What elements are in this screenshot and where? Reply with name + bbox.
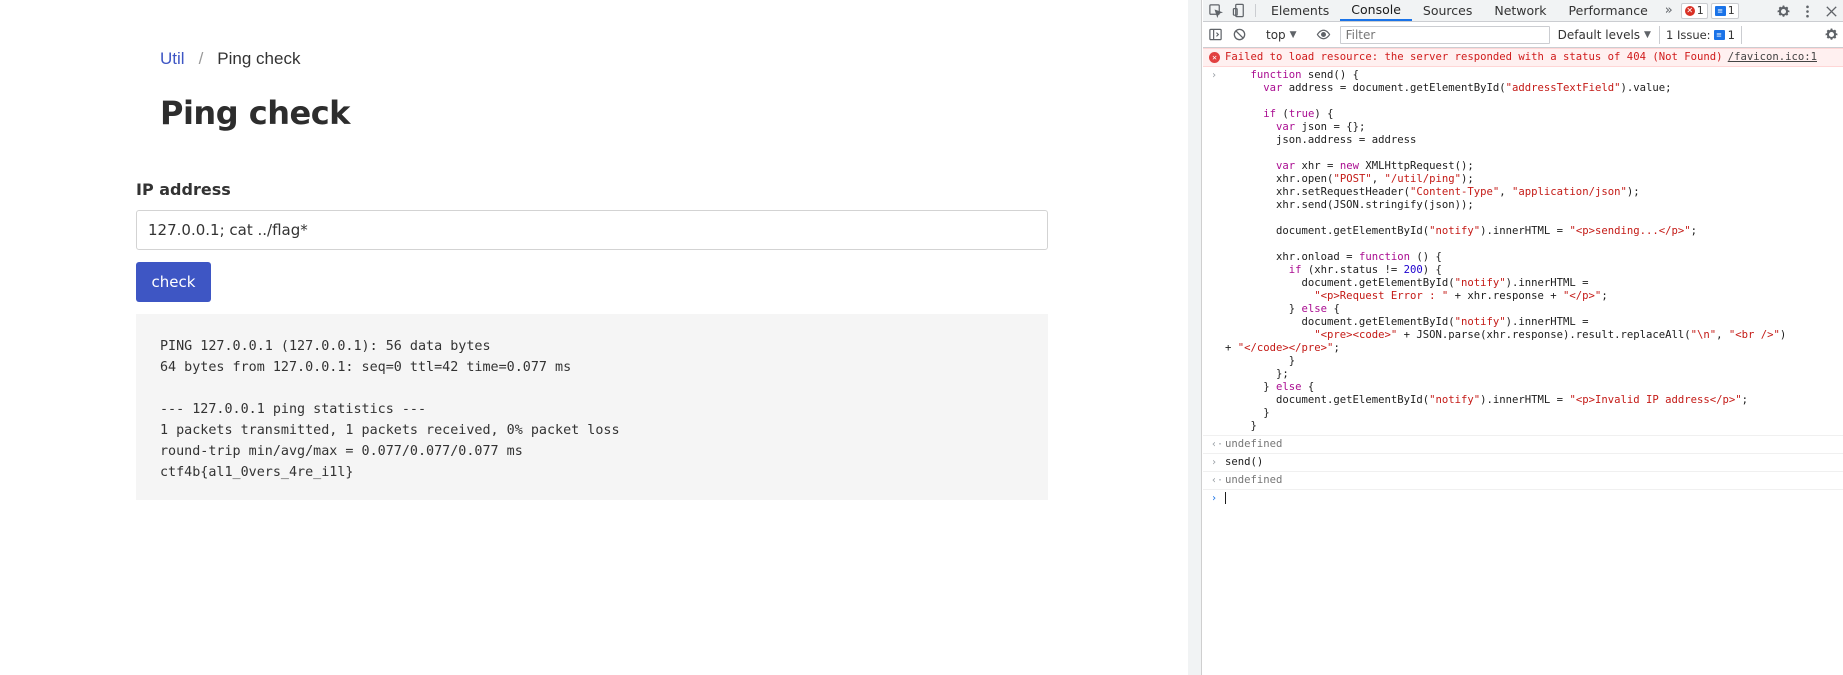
breadcrumb: Util / Ping check bbox=[160, 49, 300, 69]
error-icon: ✕ bbox=[1684, 5, 1695, 16]
code-line: json.address = address bbox=[1225, 134, 1417, 146]
breadcrumb-separator: / bbox=[198, 49, 204, 68]
devtools-tabbar: Elements Console Sources Network Perform… bbox=[1203, 0, 1843, 22]
console-entry-send: › send() bbox=[1203, 454, 1843, 472]
code-line: } else { bbox=[1225, 303, 1340, 315]
console-entry-function: › function send() { var address = docume… bbox=[1203, 67, 1843, 436]
code-line: document.getElementById("notify").innerH… bbox=[1225, 394, 1749, 406]
prompt-chevron-icon: › bbox=[1211, 493, 1218, 504]
devtools-panel: Elements Console Sources Network Perform… bbox=[1188, 0, 1843, 675]
code-line: } else { bbox=[1225, 381, 1315, 393]
ip-address-input[interactable] bbox=[136, 210, 1048, 250]
breadcrumb-link-util[interactable]: Util bbox=[160, 49, 185, 69]
status-badges: ✕ 1 ≡ 1 bbox=[1680, 0, 1739, 21]
devtools-resize-handle[interactable] bbox=[1188, 0, 1202, 675]
log-levels-label: Default levels bbox=[1557, 27, 1641, 42]
context-value: top bbox=[1266, 27, 1286, 42]
code-line: if (xhr.status != 200) { bbox=[1288, 264, 1442, 276]
ping-result: PING 127.0.0.1 (127.0.0.1): 56 data byte… bbox=[136, 314, 1048, 500]
console-settings-gear-icon[interactable] bbox=[1819, 27, 1843, 42]
code-line: var address = document.getElementById("a… bbox=[1263, 82, 1672, 94]
command-text: send() bbox=[1225, 456, 1264, 468]
console-result-2: ‹· undefined bbox=[1203, 472, 1843, 490]
clear-console-icon[interactable] bbox=[1227, 27, 1251, 42]
input-chevron-icon: › bbox=[1211, 457, 1218, 468]
code-line: var xhr = new XMLHttpRequest(); bbox=[1276, 160, 1474, 172]
breadcrumb-current: Ping check bbox=[217, 49, 301, 68]
console-result-1: ‹· undefined bbox=[1203, 436, 1843, 454]
code-line: + "</code></pre>"; bbox=[1225, 342, 1340, 354]
log-levels-dropdown[interactable]: Default levels ▼ bbox=[1558, 28, 1651, 42]
ip-address-label: IP address bbox=[136, 180, 231, 199]
error-circle-icon: ✕ bbox=[1209, 52, 1220, 63]
result-arrow-icon: ‹· bbox=[1211, 475, 1224, 486]
device-toolbar-icon[interactable] bbox=[1227, 0, 1251, 21]
code-line: if (true) { bbox=[1263, 108, 1334, 120]
tab-elements[interactable]: Elements bbox=[1260, 0, 1340, 21]
code-line: function send() { bbox=[1250, 69, 1359, 81]
code-line: document.getElementById("notify").innerH… bbox=[1225, 316, 1589, 328]
error-count: 1 bbox=[1696, 4, 1704, 17]
show-sidebar-icon[interactable] bbox=[1203, 27, 1227, 42]
console-filter-input[interactable] bbox=[1339, 25, 1550, 44]
code-line: xhr.onload = function () { bbox=[1225, 251, 1442, 263]
message-count: 1 bbox=[1727, 4, 1735, 17]
code-line: } bbox=[1225, 355, 1296, 367]
console-toolbar: top ▼ Default levels ▼ 1 Issue: ≡ 1 bbox=[1203, 22, 1843, 48]
console-error-message: ✕ Failed to load resource: the server re… bbox=[1203, 48, 1843, 67]
issues-button[interactable]: 1 Issue: ≡ 1 bbox=[1658, 25, 1742, 44]
result-value: undefined bbox=[1225, 474, 1283, 486]
result-value: undefined bbox=[1225, 438, 1283, 450]
tab-performance[interactable]: Performance bbox=[1558, 0, 1659, 21]
issues-label: 1 Issue: bbox=[1665, 27, 1711, 42]
devtools-main: Elements Console Sources Network Perform… bbox=[1203, 0, 1843, 675]
result-arrow-icon: ‹· bbox=[1211, 439, 1224, 450]
code-line: "<pre><code>" + JSON.parse(xhr.response)… bbox=[1314, 329, 1787, 341]
inspect-element-icon[interactable] bbox=[1203, 0, 1227, 21]
ping-output: PING 127.0.0.1 (127.0.0.1): 56 data byte… bbox=[160, 339, 620, 480]
page-title: Ping check bbox=[160, 94, 350, 132]
code-line: "<p>Request Error : " + xhr.response + "… bbox=[1314, 290, 1608, 302]
web-page: Util / Ping check Ping check IP address … bbox=[0, 0, 1188, 675]
code-line: }; bbox=[1225, 368, 1289, 380]
error-source-link[interactable]: /favicon.ico:1 bbox=[1728, 51, 1817, 64]
context-selector[interactable]: top ▼ bbox=[1260, 28, 1303, 42]
code-line: } bbox=[1225, 420, 1257, 432]
tab-network[interactable]: Network bbox=[1483, 0, 1557, 21]
devtools-window-controls bbox=[1771, 0, 1843, 22]
error-text: Failed to load resource: the server resp… bbox=[1225, 51, 1723, 63]
chevron-down-icon: ▼ bbox=[1289, 29, 1297, 40]
tab-console[interactable]: Console bbox=[1340, 0, 1412, 21]
tab-sources[interactable]: Sources bbox=[1412, 0, 1483, 21]
function-source: function send() { var address = document… bbox=[1225, 69, 1839, 433]
live-expression-eye-icon[interactable] bbox=[1312, 27, 1336, 42]
input-chevron-icon: › bbox=[1211, 70, 1218, 81]
console-output: ✕ Failed to load resource: the server re… bbox=[1203, 48, 1843, 507]
issues-count: 1 bbox=[1727, 27, 1735, 42]
error-count-badge[interactable]: ✕ 1 bbox=[1680, 2, 1708, 19]
message-icon: ≡ bbox=[1714, 5, 1726, 16]
code-line: xhr.setRequestHeader("Content-Type", "ap… bbox=[1225, 186, 1640, 198]
text-cursor bbox=[1225, 492, 1226, 504]
settings-gear-icon[interactable] bbox=[1771, 4, 1795, 19]
tabbar-divider bbox=[1255, 4, 1256, 17]
more-options-icon[interactable] bbox=[1795, 4, 1819, 19]
issues-message-icon: ≡ bbox=[1713, 29, 1725, 40]
code-line: xhr.send(JSON.stringify(json)); bbox=[1225, 199, 1474, 211]
levels-chevron-down-icon: ▼ bbox=[1644, 29, 1651, 40]
message-count-badge[interactable]: ≡ 1 bbox=[1710, 2, 1739, 19]
code-line: document.getElementById("notify").innerH… bbox=[1225, 277, 1589, 289]
code-line: document.getElementById("notify").innerH… bbox=[1225, 225, 1698, 237]
check-button[interactable]: check bbox=[136, 262, 211, 302]
console-prompt[interactable]: › bbox=[1203, 490, 1843, 507]
more-tabs-icon[interactable]: » bbox=[1659, 0, 1679, 21]
close-icon[interactable] bbox=[1819, 4, 1843, 19]
code-line: var json = {}; bbox=[1276, 121, 1366, 133]
code-line: } bbox=[1225, 407, 1270, 419]
code-line: xhr.open("POST", "/util/ping"); bbox=[1225, 173, 1474, 185]
